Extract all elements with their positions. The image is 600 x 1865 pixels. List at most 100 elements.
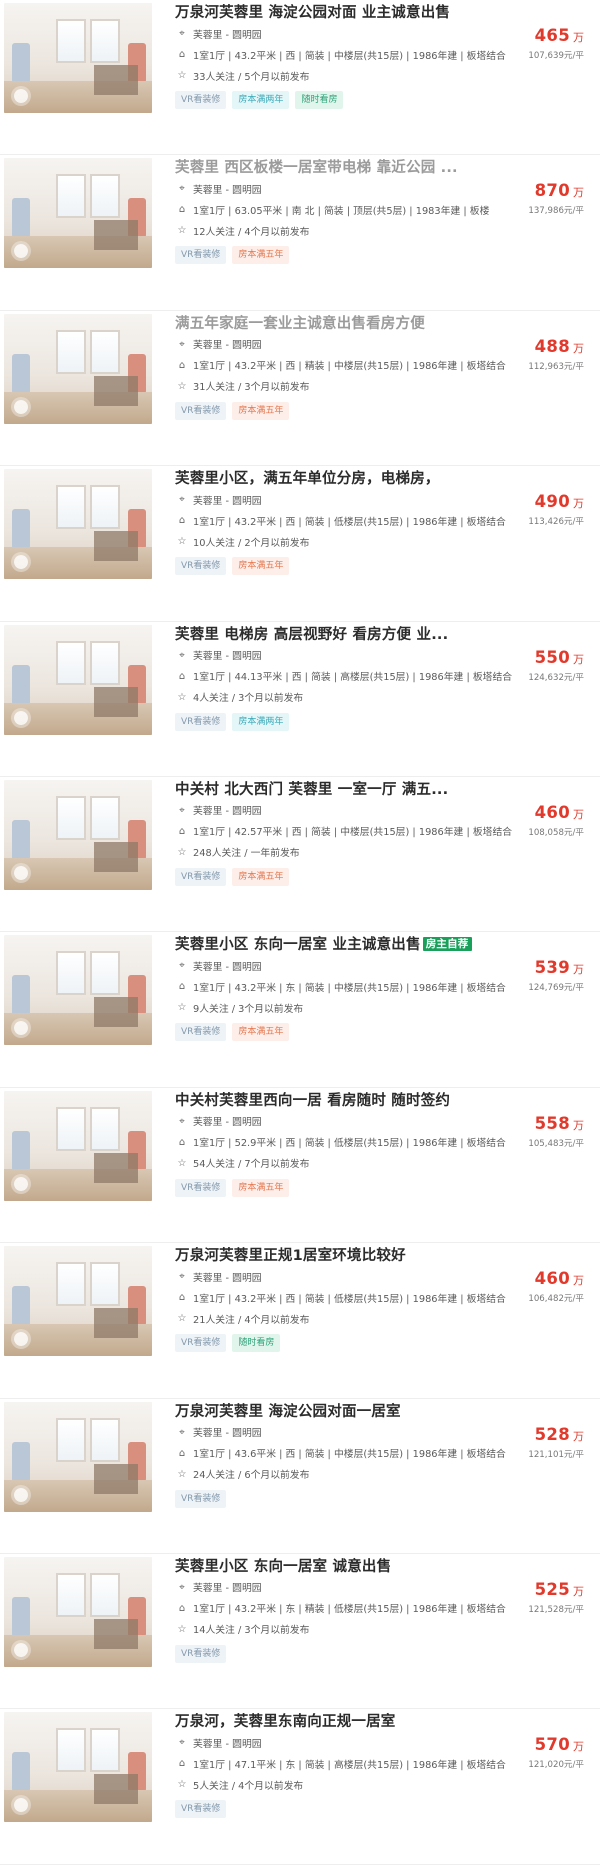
house-details: 1室1厅 | 43.6平米 | 西 | 简装 | 中楼层(共15层) | 198… (193, 1449, 506, 1461)
price-unit: 万 (573, 31, 584, 44)
house-details: 1室1厅 | 43.2平米 | 西 | 简装 | 中楼层(共15层) | 198… (193, 50, 506, 62)
photo-window-decor (56, 1106, 86, 1151)
community-link[interactable]: 芙蓉里 - 圆明园 (193, 1425, 262, 1439)
listing-photo[interactable] (4, 158, 152, 269)
listing-photo[interactable] (4, 313, 152, 424)
community-link[interactable]: 芙蓉里 - 圆明园 (193, 27, 262, 41)
listing-title[interactable]: 芙蓉里小区 东向一居室 业主诚意出售 房主自荐 (175, 933, 530, 955)
details-row: ⌂ 1室1厅 | 47.1平米 | 东 | 简装 | 高楼层(共15层) | 1… (175, 1753, 530, 1774)
house-details: 1室1厅 | 43.2平米 | 东 | 简装 | 中楼层(共15层) | 198… (193, 982, 506, 994)
listing-title-text[interactable]: 满五年家庭一套业主诚意出售看房方便 (175, 316, 425, 332)
listing-title[interactable]: 芙蓉里 西区板楼一居室带电梯 靠近公园 ... (175, 156, 530, 178)
listing-card[interactable]: 满五年家庭一套业主诚意出售看房方便 ⌖ 芙蓉里 - 圆明园 ⌂ 1室1厅 | 4… (0, 311, 600, 467)
listing-title[interactable]: 万泉河芙蓉里正规1居室环境比较好 (175, 1244, 530, 1266)
listing-title-text[interactable]: 万泉河，芙蓉里东南向正规一居室 (175, 1714, 396, 1730)
community-link[interactable]: 芙蓉里 - 圆明园 (193, 959, 262, 973)
photo-window-decor (56, 174, 86, 219)
listing-photo[interactable] (4, 1246, 152, 1357)
community-link[interactable]: 芙蓉里 - 圆明园 (193, 1736, 262, 1750)
follow-row: ☆ 33人关注 / 5个月以前发布 (175, 65, 530, 86)
listing-photo[interactable] (4, 1401, 152, 1512)
listing-photo[interactable] (4, 3, 152, 113)
unit-price: 121,101元/平 (528, 1449, 584, 1460)
star-icon: ☆ (177, 380, 187, 392)
price-unit: 万 (573, 497, 584, 511)
listing-card[interactable]: 芙蓉里 西区板楼一居室带电梯 靠近公园 ... ⌖ 芙蓉里 - 圆明园 ⌂ 1室… (0, 155, 600, 311)
listing-photo[interactable] (4, 1712, 152, 1823)
price-unit: 万 (573, 963, 584, 977)
listing-photo[interactable] (4, 935, 152, 1046)
community-row: ⌖ 芙蓉里 - 圆明园 (175, 1732, 530, 1753)
community-link[interactable]: 芙蓉里 - 圆明园 (193, 493, 262, 507)
listing-title[interactable]: 万泉河，芙蓉里东南向正规一居室 (175, 1710, 530, 1732)
listing-title-text[interactable]: 万泉河芙蓉里 海淀公园对面 业主诚意出售 (175, 5, 450, 21)
listing-title[interactable]: 万泉河芙蓉里 海淀公园对面一居室 (175, 1400, 530, 1422)
photo-window-decor (90, 1106, 120, 1151)
listing-card[interactable]: 中关村 北大西门 芙蓉里 一室一厅 满五... ⌖ 芙蓉里 - 圆明园 ⌂ 1室… (0, 777, 600, 933)
tag-list: VR看装修 房本满五年 (175, 401, 530, 420)
follow-info: 24人关注 / 6个月以前发布 (193, 1470, 310, 1482)
listing-title-text[interactable]: 万泉河芙蓉里 海淀公园对面一居室 (175, 1404, 401, 1420)
listing-title-text[interactable]: 芙蓉里小区 东向一居室 业主诚意出售 (175, 937, 421, 953)
follow-row: ☆ 10人关注 / 2个月以前发布 (175, 531, 530, 552)
listing-card[interactable]: 万泉河芙蓉里 海淀公园对面 业主诚意出售 ⌖ 芙蓉里 - 圆明园 ⌂ 1室1厅 … (0, 0, 600, 156)
unit-price: 124,632元/平 (528, 672, 584, 683)
listing-title[interactable]: 万泉河芙蓉里 海淀公园对面 业主诚意出售 (175, 1, 530, 23)
community-link[interactable]: 芙蓉里 - 圆明园 (193, 1114, 262, 1128)
price-unit: 万 (573, 652, 584, 666)
community-link[interactable]: 芙蓉里 - 圆明园 (193, 182, 262, 196)
total-price: 488 (534, 336, 570, 356)
community-link[interactable]: 芙蓉里 - 圆明园 (193, 1270, 262, 1284)
listing-photo[interactable] (4, 624, 152, 735)
listing-title[interactable]: 芙蓉里 电梯房 高层视野好 看房方便 业... (175, 623, 530, 645)
follow-info: 4人关注 / 3个月以前发布 (193, 693, 304, 705)
listing-tag: VR看装修 (175, 712, 227, 731)
listing-card[interactable]: 芙蓉里小区 东向一居室 诚意出售 ⌖ 芙蓉里 - 圆明园 ⌂ 1室1厅 | 43… (0, 1554, 600, 1710)
listing-card[interactable]: 芙蓉里小区 东向一居室 业主诚意出售 房主自荐 ⌖ 芙蓉里 - 圆明园 ⌂ 1室1… (0, 932, 600, 1088)
vr-play-icon (14, 89, 28, 103)
listing-title[interactable]: 中关村 北大西门 芙蓉里 一室一厅 满五... (175, 778, 530, 800)
community-row: ⌖ 芙蓉里 - 圆明园 (175, 1577, 530, 1598)
total-price: 490 (534, 492, 570, 512)
listing-title-text[interactable]: 芙蓉里 西区板楼一居室带电梯 靠近公园 ... (175, 160, 458, 176)
community-link[interactable]: 芙蓉里 - 圆明园 (193, 337, 262, 351)
listing-card[interactable]: 万泉河，芙蓉里东南向正规一居室 ⌖ 芙蓉里 - 圆明园 ⌂ 1室1厅 | 47.… (0, 1709, 600, 1865)
listing-title-text[interactable]: 芙蓉里小区 东向一居室 诚意出售 (175, 1559, 391, 1575)
listing-title[interactable]: 中关村芙蓉里西向一居 看房随时 随时签约 (175, 1089, 530, 1111)
listing-title-text[interactable]: 中关村芙蓉里西向一居 看房随时 随时签约 (175, 1093, 450, 1109)
tag-list: VR看装修 随时看房 (175, 1334, 530, 1353)
community-link[interactable]: 芙蓉里 - 圆明园 (193, 648, 262, 662)
listing-card[interactable]: 中关村芙蓉里西向一居 看房随时 随时签约 ⌖ 芙蓉里 - 圆明园 ⌂ 1室1厅 … (0, 1088, 600, 1244)
tag-list: VR看装修 (175, 1800, 530, 1819)
price-block: 525 万 121,528元/平 (528, 1580, 584, 1615)
listing-title-text[interactable]: 芙蓉里小区，满五年单位分房，电梯房， (175, 471, 440, 487)
house-details: 1室1厅 | 43.2平米 | 西 | 简装 | 低楼层(共15层) | 198… (193, 516, 506, 528)
listing-photo[interactable] (4, 779, 152, 890)
house-icon: ⌂ (178, 1602, 186, 1614)
listing-tag: VR看装修 (175, 1023, 227, 1042)
house-details: 1室1厅 | 47.1平米 | 东 | 简装 | 高楼层(共15层) | 198… (193, 1759, 506, 1771)
community-link[interactable]: 芙蓉里 - 圆明园 (193, 1580, 262, 1594)
listing-card[interactable]: 万泉河芙蓉里正规1居室环境比较好 ⌖ 芙蓉里 - 圆明园 ⌂ 1室1厅 | 43… (0, 1243, 600, 1399)
photo-window-decor (56, 485, 86, 530)
house-details: 1室1厅 | 43.2平米 | 西 | 简装 | 低楼层(共15层) | 198… (193, 1293, 506, 1305)
community-row: ⌖ 芙蓉里 - 圆明园 (175, 1111, 530, 1132)
community-link[interactable]: 芙蓉里 - 圆明园 (193, 803, 262, 817)
price-block: 490 万 113,426元/平 (528, 492, 584, 527)
listing-title[interactable]: 芙蓉里小区 东向一居室 诚意出售 (175, 1555, 530, 1577)
location-pin-icon: ⌖ (179, 804, 185, 816)
photo-window-decor (90, 19, 120, 63)
listing-title[interactable]: 芙蓉里小区，满五年单位分房，电梯房， (175, 467, 530, 489)
listing-title-text[interactable]: 芙蓉里 电梯房 高层视野好 看房方便 业... (175, 627, 448, 643)
listing-card[interactable]: 万泉河芙蓉里 海淀公园对面一居室 ⌖ 芙蓉里 - 圆明园 ⌂ 1室1厅 | 43… (0, 1399, 600, 1554)
photo-window-decor (56, 329, 86, 374)
listing-photo[interactable] (4, 1556, 152, 1667)
listing-title-text[interactable]: 中关村 北大西门 芙蓉里 一室一厅 满五... (175, 782, 448, 798)
community-row: ⌖ 芙蓉里 - 圆明园 (175, 645, 530, 666)
listing-photo[interactable] (4, 469, 152, 580)
listing-title[interactable]: 满五年家庭一套业主诚意出售看房方便 (175, 312, 530, 334)
listing-photo[interactable] (4, 1090, 152, 1201)
listing-card[interactable]: 芙蓉里 电梯房 高层视野好 看房方便 业... ⌖ 芙蓉里 - 圆明园 ⌂ 1室… (0, 622, 600, 777)
listing-card[interactable]: 芙蓉里小区，满五年单位分房，电梯房， ⌖ 芙蓉里 - 圆明园 ⌂ 1室1厅 | … (0, 466, 600, 622)
listing-title-text[interactable]: 万泉河芙蓉里正规1居室环境比较好 (175, 1248, 406, 1264)
